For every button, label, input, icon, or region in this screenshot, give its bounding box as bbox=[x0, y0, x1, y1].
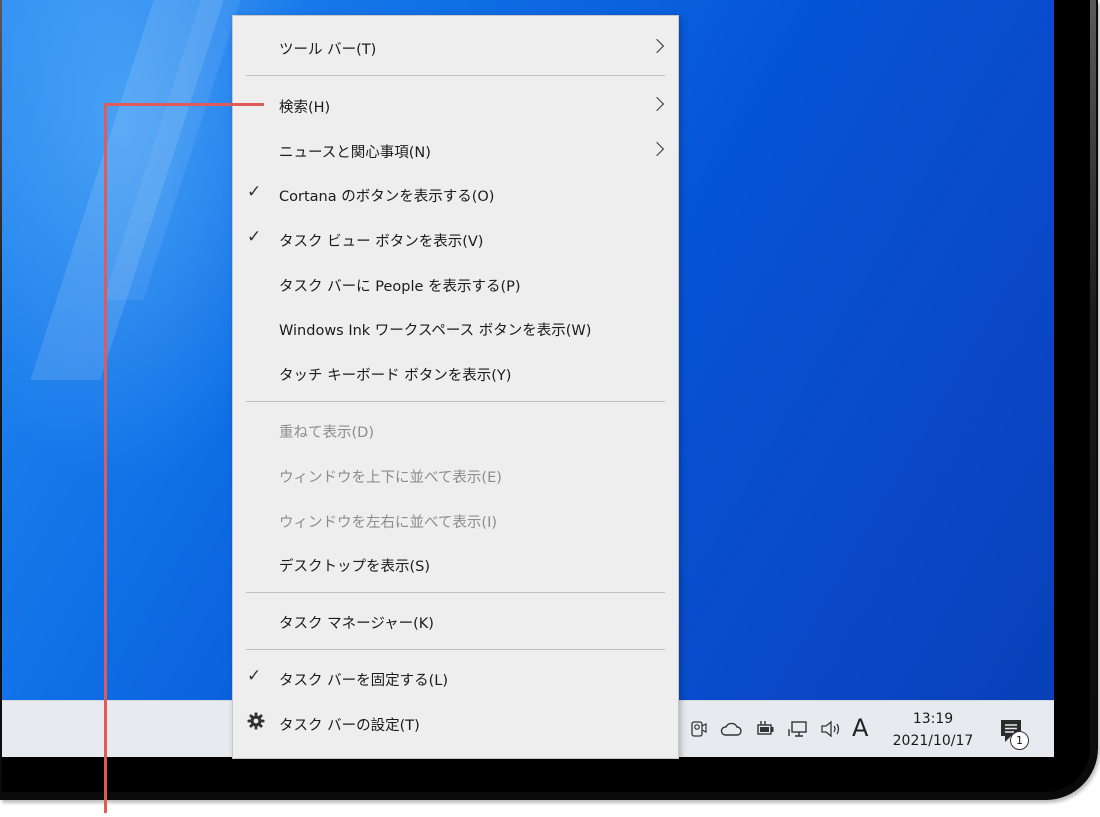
menu-item-search[interactable]: 検索(H) bbox=[233, 88, 678, 124]
chevron-right-icon bbox=[649, 38, 665, 54]
menu-item-show-people[interactable]: タスク バーに People を表示する(P) bbox=[233, 267, 678, 303]
callout-line-horizontal bbox=[104, 103, 264, 106]
menu-item-task-manager[interactable]: タスク マネージャー(K) bbox=[233, 604, 678, 640]
menu-item-side-by-side-windows: ウィンドウを左右に並べて表示(I) bbox=[233, 503, 678, 539]
menu-item-stack-windows: ウィンドウを上下に並べて表示(E) bbox=[233, 458, 678, 494]
volume-icon[interactable] bbox=[820, 719, 842, 739]
checkmark-icon: ✓ bbox=[247, 182, 262, 202]
menu-separator bbox=[246, 649, 665, 650]
menu-item-label: タッチ キーボード ボタンを表示(Y) bbox=[279, 368, 512, 384]
menu-item-show-windows-ink[interactable]: Windows Ink ワークスペース ボタンを表示(W) bbox=[233, 311, 678, 347]
menu-separator bbox=[246, 401, 665, 402]
meet-now-icon[interactable] bbox=[688, 719, 710, 739]
clock-time: 13:19 bbox=[912, 711, 954, 727]
menu-item-news-and-interests[interactable]: ニュースと関心事項(N) bbox=[233, 133, 678, 169]
taskbar-context-menu: ツール バー(T) 検索(H) ニュースと関心事項(N) ✓ Cortana の… bbox=[232, 15, 679, 759]
system-clock[interactable]: 13:19 2021/10/17 bbox=[880, 708, 986, 752]
menu-item-label: ウィンドウを左右に並べて表示(I) bbox=[279, 515, 498, 531]
gear-icon bbox=[246, 711, 266, 731]
clock-date: 2021/10/17 bbox=[892, 733, 974, 749]
callout-line-vertical bbox=[104, 103, 107, 813]
menu-item-show-desktop[interactable]: デスクトップを表示(S) bbox=[233, 547, 678, 583]
menu-item-cascade-windows: 重ねて表示(D) bbox=[233, 413, 678, 449]
menu-item-label: ウィンドウを上下に並べて表示(E) bbox=[279, 470, 502, 486]
menu-item-show-task-view-button[interactable]: ✓ タスク ビュー ボタンを表示(V) bbox=[233, 222, 678, 258]
power-icon[interactable] bbox=[754, 719, 776, 739]
menu-item-label: 検索(H) bbox=[279, 100, 331, 116]
menu-item-show-touch-keyboard[interactable]: タッチ キーボード ボタンを表示(Y) bbox=[233, 356, 678, 392]
menu-item-label: Cortana のボタンを表示する(O) bbox=[279, 189, 495, 205]
menu-item-toolbars[interactable]: ツール バー(T) bbox=[233, 30, 678, 66]
menu-item-taskbar-settings[interactable]: タスク バーの設定(T) bbox=[233, 706, 678, 742]
menu-item-label: タスク バーの設定(T) bbox=[279, 718, 420, 734]
menu-separator bbox=[246, 592, 665, 593]
chevron-right-icon bbox=[649, 96, 665, 112]
menu-item-label: 重ねて表示(D) bbox=[279, 425, 374, 441]
network-icon[interactable] bbox=[787, 719, 809, 739]
menu-item-label: タスク マネージャー(K) bbox=[279, 616, 434, 632]
menu-item-label: ツール バー(T) bbox=[279, 42, 377, 58]
menu-item-lock-taskbar[interactable]: ✓ タスク バーを固定する(L) bbox=[233, 661, 678, 697]
menu-item-label: タスク バーに People を表示する(P) bbox=[279, 279, 521, 295]
menu-item-label: タスク ビュー ボタンを表示(V) bbox=[279, 234, 484, 250]
menu-item-label: タスク バーを固定する(L) bbox=[279, 673, 449, 689]
checkmark-icon: ✓ bbox=[247, 227, 262, 247]
menu-item-show-cortana-button[interactable]: ✓ Cortana のボタンを表示する(O) bbox=[233, 177, 678, 213]
checkmark-icon: ✓ bbox=[247, 666, 262, 686]
chevron-right-icon bbox=[649, 141, 665, 157]
ime-mode-indicator[interactable]: A bbox=[852, 714, 868, 742]
notification-count-badge: 1 bbox=[1010, 731, 1029, 750]
onedrive-cloud-icon[interactable] bbox=[720, 719, 742, 739]
menu-separator bbox=[246, 75, 665, 76]
menu-item-label: ニュースと関心事項(N) bbox=[279, 145, 431, 161]
menu-item-label: Windows Ink ワークスペース ボタンを表示(W) bbox=[279, 323, 592, 339]
menu-item-label: デスクトップを表示(S) bbox=[279, 559, 431, 575]
